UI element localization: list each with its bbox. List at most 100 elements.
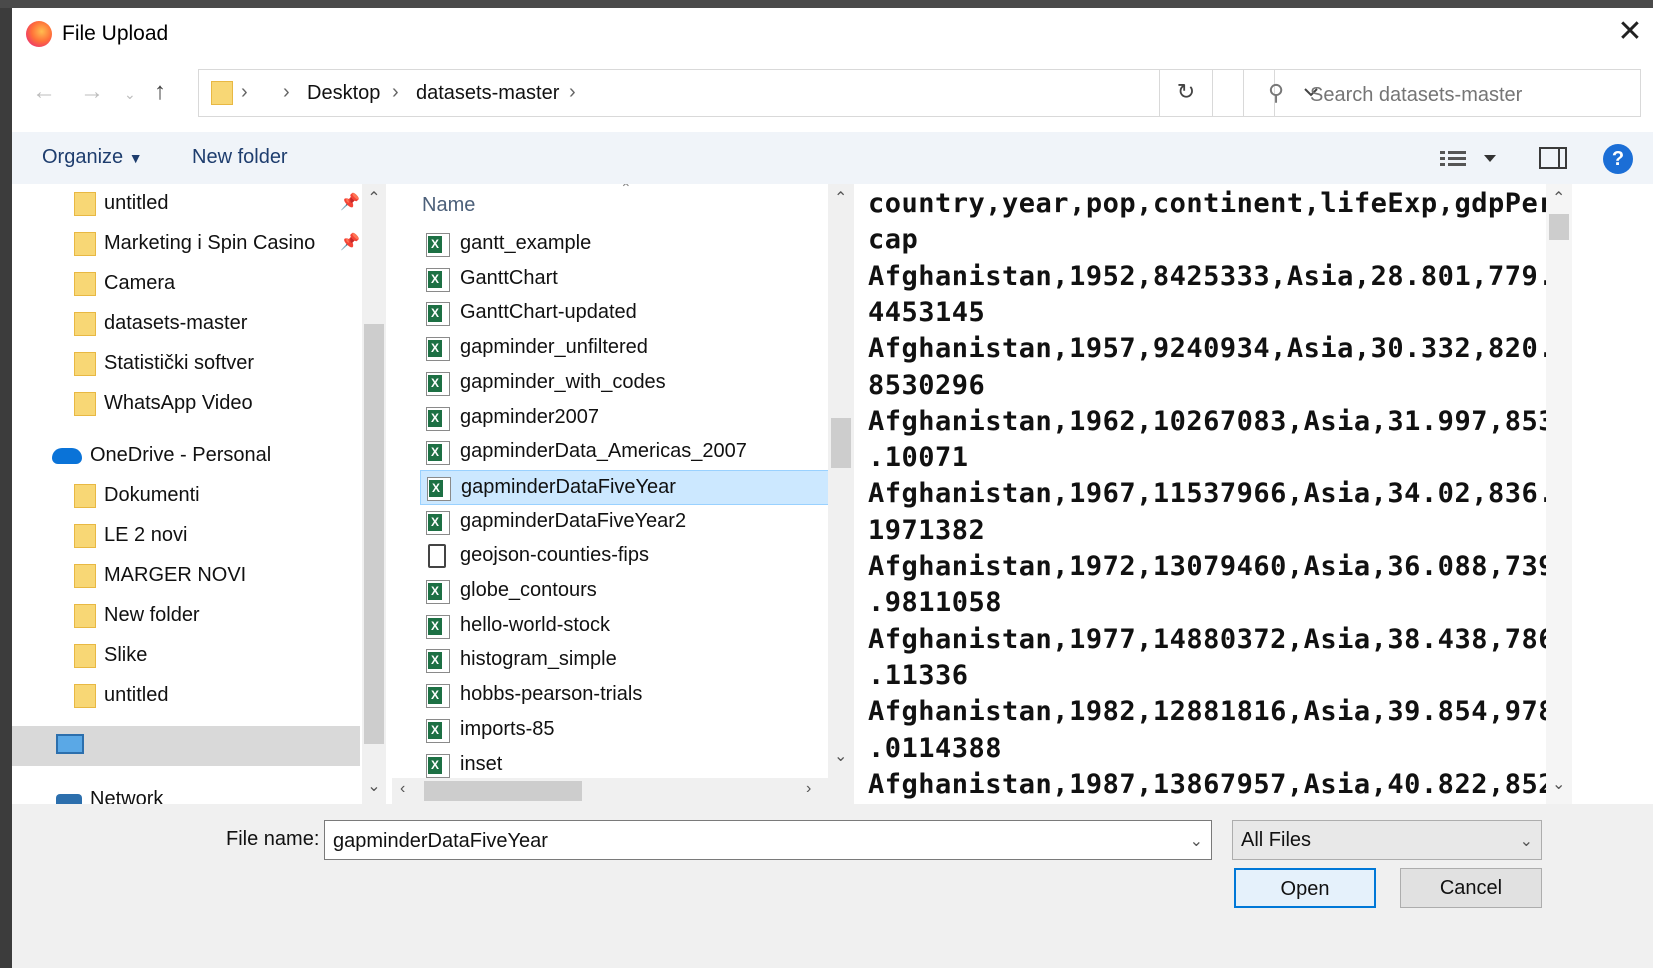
view-options-icon[interactable] (1440, 150, 1500, 168)
sidebar-item-label: untitled (104, 192, 169, 214)
sidebar-item-le-2-novi[interactable]: LE 2 novi (12, 516, 378, 556)
recent-locations-button[interactable]: ⌄ (124, 86, 136, 103)
up-button[interactable]: ↑ (154, 78, 166, 106)
search-input[interactable] (1308, 80, 1632, 110)
file-row[interactable]: gapminder2007 (420, 401, 830, 436)
scroll-up-icon[interactable]: ⌃ (834, 188, 847, 208)
navigation-pane: untitled 📌 Marketing i Spin Casino 📌 Cam… (12, 184, 408, 840)
breadcrumb-datasets-master[interactable]: datasets-master (416, 82, 559, 105)
file-name: gantt_example (460, 232, 592, 254)
sidebar-item-whatsapp-video[interactable]: WhatsApp Video (12, 384, 378, 424)
preview-line: 1971382 (868, 514, 986, 546)
preview-line: country,year,pop,continent,lifeExp,gdpPe… (868, 188, 1546, 219)
preview-scrollbar[interactable]: ⌃ ⌄ (1546, 184, 1572, 804)
file-type-value: All Files (1241, 829, 1312, 851)
file-row[interactable]: geojson-counties-fips (420, 539, 830, 574)
file-row[interactable]: GanttChart (420, 262, 830, 297)
file-type-select[interactable]: All Files ⌄ (1232, 820, 1542, 860)
file-row[interactable]: imports-85 (420, 713, 830, 748)
file-row[interactable]: GanttChart-updated (420, 296, 830, 331)
sidebar-item-marger-novi[interactable]: MARGER NOVI (12, 556, 378, 596)
new-folder-button[interactable]: New folder (192, 146, 288, 169)
file-name-input[interactable] (331, 827, 1175, 855)
chevron-down-icon[interactable]: ⌄ (1190, 831, 1203, 851)
title-bar: File Upload ✕ (12, 8, 1653, 58)
folder-icon (74, 684, 96, 708)
folder-icon (74, 644, 96, 668)
sidebar-item-onedrive[interactable]: OneDrive - Personal (12, 436, 378, 476)
folder-icon (74, 484, 96, 508)
scrollbar-thumb[interactable] (831, 418, 851, 468)
preview-line: .9811058 (868, 587, 1003, 619)
window-title: File Upload (62, 22, 169, 45)
sidebar-item-dokumenti[interactable]: Dokumenti (12, 476, 378, 516)
sidebar-item-statisticki-softver[interactable]: Statistički softver (12, 344, 378, 384)
scrollbar-thumb[interactable] (424, 781, 582, 801)
file-row[interactable]: hobbs-pearson-trials (420, 678, 830, 713)
close-button[interactable]: ✕ (1607, 8, 1653, 58)
scroll-down-icon[interactable]: ⌄ (1552, 774, 1565, 794)
scroll-down-icon[interactable]: ⌄ (834, 746, 847, 766)
file-name: gapminder_unfiltered (460, 336, 648, 359)
file-name: gapminder_with_codes (460, 370, 666, 393)
forward-button[interactable]: → (80, 78, 104, 106)
cancel-button[interactable]: Cancel (1400, 868, 1542, 908)
file-row[interactable]: gapminderDataFiveYear2 (420, 505, 830, 540)
refresh-button[interactable]: ↻ (1159, 69, 1213, 117)
excel-csv-icon (426, 614, 450, 639)
file-row[interactable]: gantt_example (420, 227, 830, 262)
breadcrumb-desktop[interactable]: Desktop (307, 82, 380, 105)
sidebar-item-new-folder[interactable]: New folder (12, 596, 378, 636)
chevron-right-icon[interactable]: › (241, 81, 248, 104)
chevron-right-icon[interactable]: › (569, 81, 576, 104)
folder-icon (74, 564, 96, 588)
chevron-right-icon[interactable]: › (392, 81, 399, 104)
file-list-scrollbar[interactable]: ⌃ ⌄ (828, 184, 854, 804)
sidebar-item-slike[interactable]: Slike (12, 636, 378, 676)
file-name: hobbs-pearson-trials (460, 683, 643, 706)
sidebar-item-untitled[interactable]: untitled 📌 (12, 184, 378, 224)
file-list-horizontal-scrollbar[interactable]: ‹ › (392, 778, 828, 804)
scroll-up-icon[interactable]: ⌃ (362, 188, 386, 208)
sidebar-item-label: MARGER NOVI (104, 564, 247, 586)
search-box[interactable]: ⚲ (1243, 69, 1641, 117)
file-row[interactable]: gapminder_unfiltered (420, 331, 830, 366)
sidebar-item-this-pc[interactable] (12, 726, 360, 766)
folder-icon (74, 392, 96, 416)
scroll-up-icon[interactable]: ⌃ (1552, 188, 1565, 208)
organize-button[interactable]: Organize ▼ (42, 146, 143, 169)
preview-line: Afghanistan,1952,8425333,Asia,28.801,779… (868, 260, 1546, 292)
file-name: gapminder2007 (460, 405, 599, 428)
preview-line: Afghanistan,1967,11537966,Asia,34.02,836… (868, 478, 1546, 510)
preview-pane-toggle-icon[interactable] (1539, 147, 1567, 169)
back-button[interactable]: ← (32, 78, 56, 106)
file-row[interactable]: histogram_simple (420, 643, 830, 678)
folder-icon (74, 192, 96, 216)
file-row[interactable]: gapminderDataFiveYear (420, 469, 830, 505)
column-header-name[interactable]: Name (422, 194, 475, 217)
file-name: histogram_simple (460, 648, 617, 671)
sidebar-item-camera[interactable]: Camera (12, 264, 378, 304)
scroll-right-icon[interactable]: › (806, 780, 811, 798)
file-row[interactable]: gapminderData_Americas_2007 (420, 435, 830, 470)
file-name-combobox[interactable]: ⌄ (324, 820, 1212, 860)
scrollbar-thumb[interactable] (364, 324, 384, 744)
navigation-bar: ← → ⌄ ↑ › › Desktop › datasets-master › … (12, 66, 1653, 120)
sidebar-item-untitled-2[interactable]: untitled (12, 676, 378, 716)
preview-pane: country,year,pop,continent,lifeExp,gdpPe… (856, 184, 1546, 804)
sidebar-item-datasets-master[interactable]: datasets-master (12, 304, 378, 344)
file-row[interactable]: globe_contours (420, 574, 830, 609)
navigation-scrollbar[interactable]: ⌃ ⌄ (362, 184, 386, 804)
sidebar-item-marketing[interactable]: Marketing i Spin Casino 📌 (12, 224, 378, 264)
file-name: hello-world-stock (460, 613, 611, 636)
open-button[interactable]: Open (1234, 868, 1376, 908)
file-row[interactable]: hello-world-stock (420, 609, 830, 644)
file-name: gapminderDataFiveYear (461, 475, 676, 498)
scrollbar-thumb[interactable] (1549, 214, 1569, 240)
scroll-left-icon[interactable]: ‹ (400, 780, 405, 798)
scroll-down-icon[interactable]: ⌄ (362, 776, 386, 796)
excel-csv-icon (426, 649, 450, 674)
help-icon[interactable]: ? (1603, 144, 1633, 174)
address-bar[interactable]: › › Desktop › datasets-master › (198, 69, 1318, 117)
file-row[interactable]: gapminder_with_codes (420, 366, 830, 401)
